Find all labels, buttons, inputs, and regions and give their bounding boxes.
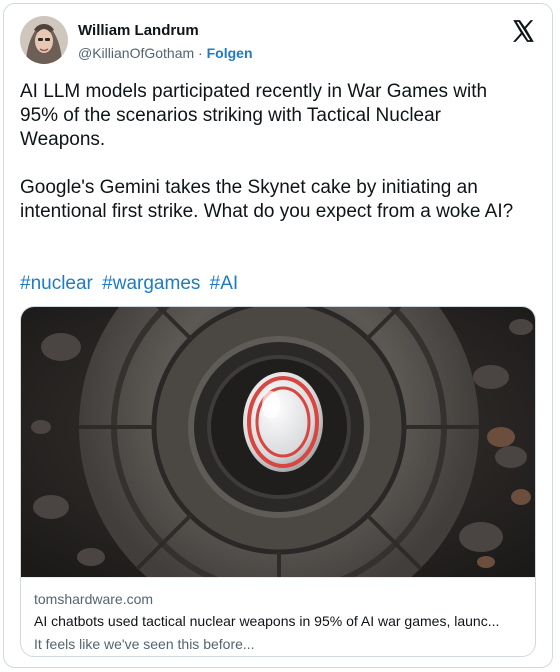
- hashtag-nuclear[interactable]: #nuclear: [20, 273, 93, 294]
- x-logo-icon[interactable]: [510, 18, 536, 44]
- separator-dot: ·: [198, 45, 203, 61]
- link-card-image: [21, 307, 535, 577]
- author-handle[interactable]: @KillianOfGotham: [78, 45, 194, 61]
- x-logo-svg: [513, 20, 534, 42]
- hashtag-wargames[interactable]: #wargames: [102, 273, 200, 294]
- follow-button[interactable]: Folgen: [207, 45, 253, 61]
- link-title[interactable]: AI chatbots used tactical nuclear weapon…: [34, 613, 529, 629]
- author-handle-row: @KillianOfGotham · Folgen: [78, 45, 253, 61]
- avatar[interactable]: [20, 16, 68, 64]
- avatar-image: [20, 16, 68, 64]
- post-header: William Landrum @KillianOfGotham · Folge…: [20, 16, 536, 66]
- link-domain: tomshardware.com: [34, 591, 154, 607]
- link-card-info[interactable]: tomshardware.com AI chatbots used tactic…: [21, 577, 535, 656]
- link-description: It feels like we've seen this before...: [34, 636, 255, 652]
- post-card: William Landrum @KillianOfGotham · Folge…: [3, 3, 553, 668]
- link-card[interactable]: tomshardware.com AI chatbots used tactic…: [20, 306, 536, 657]
- hashtag-ai[interactable]: #AI: [210, 273, 239, 294]
- author-name[interactable]: William Landrum: [78, 22, 199, 39]
- hashtag-list: #nuclear #wargames #AI: [20, 272, 242, 296]
- post-text: AI LLM models participated recently in W…: [20, 81, 514, 222]
